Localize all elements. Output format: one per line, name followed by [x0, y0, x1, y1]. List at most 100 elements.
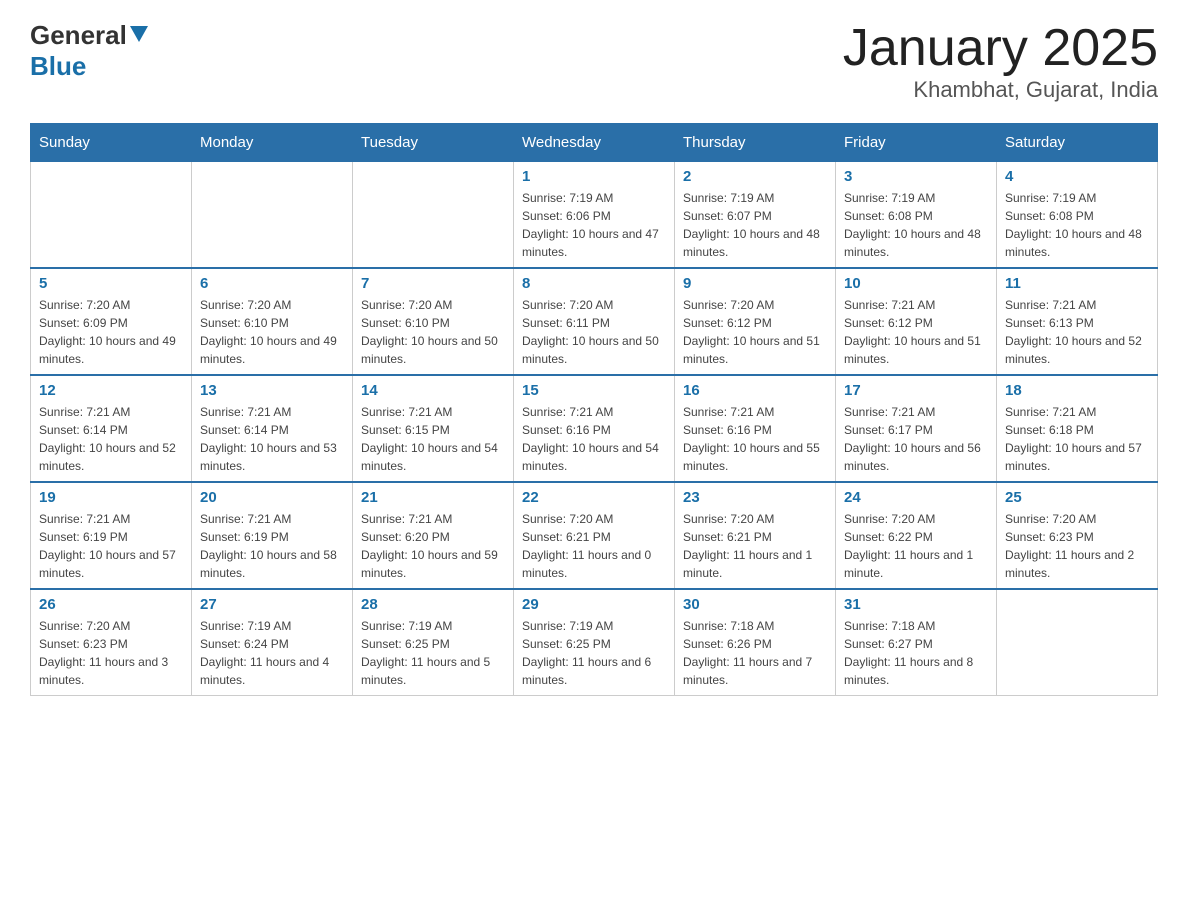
- header-friday: Friday: [836, 124, 997, 162]
- header-monday: Monday: [192, 124, 353, 162]
- day-info: Sunrise: 7:21 AM Sunset: 6:14 PM Dayligh…: [39, 403, 183, 475]
- day-number: 13: [200, 382, 344, 399]
- day-info: Sunrise: 7:20 AM Sunset: 6:10 PM Dayligh…: [200, 296, 344, 368]
- table-row: 17 Sunrise: 7:21 AM Sunset: 6:17 PM Dayli…: [836, 375, 997, 482]
- table-row: 30 Sunrise: 7:18 AM Sunset: 6:26 PM Dayli…: [675, 589, 836, 696]
- table-row: 19Sunrise: 7:21 AM Sunset: 6:19 PM Dayli…: [31, 482, 192, 589]
- day-info: Sunrise: 7:20 AM Sunset: 6:21 PM Dayligh…: [683, 510, 827, 582]
- day-number: 2: [683, 168, 827, 185]
- day-info: Sunrise: 7:20 AM Sunset: 6:23 PM Dayligh…: [39, 617, 183, 689]
- day-info: Sunrise: 7:20 AM Sunset: 6:22 PM Dayligh…: [844, 510, 988, 582]
- day-info: Sunrise: 7:20 AM Sunset: 6:21 PM Dayligh…: [522, 510, 666, 582]
- day-info: Sunrise: 7:19 AM Sunset: 6:06 PM Dayligh…: [522, 189, 666, 261]
- day-info: Sunrise: 7:18 AM Sunset: 6:27 PM Dayligh…: [844, 617, 988, 689]
- day-number: 6: [200, 275, 344, 292]
- day-info: Sunrise: 7:19 AM Sunset: 6:24 PM Dayligh…: [200, 617, 344, 689]
- table-row: 23 Sunrise: 7:20 AM Sunset: 6:21 PM Dayli…: [675, 482, 836, 589]
- header-wednesday: Wednesday: [514, 124, 675, 162]
- day-info: Sunrise: 7:19 AM Sunset: 6:25 PM Dayligh…: [522, 617, 666, 689]
- logo-general-text: General: [30, 20, 127, 51]
- day-number: 18: [1005, 382, 1149, 399]
- calendar-table: Sunday Monday Tuesday Wednesday Thursday…: [30, 123, 1158, 696]
- day-number: 22: [522, 489, 666, 506]
- day-number: 17: [844, 382, 988, 399]
- table-row: 4 Sunrise: 7:19 AM Sunset: 6:08 PM Daylig…: [997, 162, 1158, 269]
- day-info: Sunrise: 7:18 AM Sunset: 6:26 PM Dayligh…: [683, 617, 827, 689]
- day-number: 23: [683, 489, 827, 506]
- header-tuesday: Tuesday: [353, 124, 514, 162]
- header-saturday: Saturday: [997, 124, 1158, 162]
- day-number: 30: [683, 596, 827, 613]
- calendar-week-row: 26 Sunrise: 7:20 AM Sunset: 6:23 PM Dayli…: [31, 589, 1158, 696]
- day-number: 27: [200, 596, 344, 613]
- calendar-header-row: Sunday Monday Tuesday Wednesday Thursday…: [31, 124, 1158, 162]
- day-number: 28: [361, 596, 505, 613]
- table-row: 9Sunrise: 7:20 AM Sunset: 6:12 PM Daylig…: [675, 268, 836, 375]
- table-row: 3 Sunrise: 7:19 AM Sunset: 6:08 PM Daylig…: [836, 162, 997, 269]
- calendar-title: January 2025: [843, 20, 1158, 77]
- table-row: 13 Sunrise: 7:21 AM Sunset: 6:14 PM Dayli…: [192, 375, 353, 482]
- day-number: 21: [361, 489, 505, 506]
- day-info: Sunrise: 7:21 AM Sunset: 6:18 PM Dayligh…: [1005, 403, 1149, 475]
- day-number: 7: [361, 275, 505, 292]
- day-info: Sunrise: 7:20 AM Sunset: 6:09 PM Dayligh…: [39, 296, 183, 368]
- day-info: Sunrise: 7:20 AM Sunset: 6:11 PM Dayligh…: [522, 296, 666, 368]
- day-info: Sunrise: 7:19 AM Sunset: 6:08 PM Dayligh…: [1005, 189, 1149, 261]
- day-info: Sunrise: 7:21 AM Sunset: 6:12 PM Dayligh…: [844, 296, 988, 368]
- day-info: Sunrise: 7:21 AM Sunset: 6:16 PM Dayligh…: [683, 403, 827, 475]
- day-number: 9: [683, 275, 827, 292]
- table-row: 20Sunrise: 7:21 AM Sunset: 6:19 PM Dayli…: [192, 482, 353, 589]
- day-info: Sunrise: 7:21 AM Sunset: 6:14 PM Dayligh…: [200, 403, 344, 475]
- table-row: 7 Sunrise: 7:20 AM Sunset: 6:10 PM Daylig…: [353, 268, 514, 375]
- day-number: 15: [522, 382, 666, 399]
- table-row: 2 Sunrise: 7:19 AM Sunset: 6:07 PM Daylig…: [675, 162, 836, 269]
- logo-blue-text: Blue: [30, 51, 86, 81]
- header-sunday: Sunday: [31, 124, 192, 162]
- day-info: Sunrise: 7:19 AM Sunset: 6:07 PM Dayligh…: [683, 189, 827, 261]
- day-number: 31: [844, 596, 988, 613]
- day-number: 1: [522, 168, 666, 185]
- day-number: 25: [1005, 489, 1149, 506]
- day-info: Sunrise: 7:19 AM Sunset: 6:25 PM Dayligh…: [361, 617, 505, 689]
- day-info: Sunrise: 7:19 AM Sunset: 6:08 PM Dayligh…: [844, 189, 988, 261]
- table-row: [31, 162, 192, 269]
- day-number: 4: [1005, 168, 1149, 185]
- day-number: 24: [844, 489, 988, 506]
- table-row: 28 Sunrise: 7:19 AM Sunset: 6:25 PM Dayli…: [353, 589, 514, 696]
- table-row: 29 Sunrise: 7:19 AM Sunset: 6:25 PM Dayli…: [514, 589, 675, 696]
- day-number: 26: [39, 596, 183, 613]
- day-info: Sunrise: 7:21 AM Sunset: 6:13 PM Dayligh…: [1005, 296, 1149, 368]
- day-number: 16: [683, 382, 827, 399]
- day-number: 3: [844, 168, 988, 185]
- day-info: Sunrise: 7:20 AM Sunset: 6:10 PM Dayligh…: [361, 296, 505, 368]
- title-area: January 2025 Khambhat, Gujarat, India: [843, 20, 1158, 103]
- table-row: 27 Sunrise: 7:19 AM Sunset: 6:24 PM Dayli…: [192, 589, 353, 696]
- table-row: 14Sunrise: 7:21 AM Sunset: 6:15 PM Dayli…: [353, 375, 514, 482]
- day-info: Sunrise: 7:21 AM Sunset: 6:19 PM Dayligh…: [200, 510, 344, 582]
- table-row: 15 Sunrise: 7:21 AM Sunset: 6:16 PM Dayli…: [514, 375, 675, 482]
- table-row: [192, 162, 353, 269]
- day-info: Sunrise: 7:21 AM Sunset: 6:17 PM Dayligh…: [844, 403, 988, 475]
- table-row: 16 Sunrise: 7:21 AM Sunset: 6:16 PM Dayli…: [675, 375, 836, 482]
- calendar-week-row: 12Sunrise: 7:21 AM Sunset: 6:14 PM Dayli…: [31, 375, 1158, 482]
- table-row: 10 Sunrise: 7:21 AM Sunset: 6:12 PM Dayli…: [836, 268, 997, 375]
- table-row: 5 Sunrise: 7:20 AM Sunset: 6:09 PM Daylig…: [31, 268, 192, 375]
- calendar-week-row: 19 Sunrise: 7:21 AM Sunset: 6:19 PM Dayli…: [31, 482, 1158, 589]
- logo-arrow-icon: [130, 26, 148, 49]
- table-row: 6 Sunrise: 7:20 AM Sunset: 6:10 PM Daylig…: [192, 268, 353, 375]
- day-number: 8: [522, 275, 666, 292]
- table-row: 11 Sunrise: 7:21 AM Sunset: 6:13 PM Dayli…: [997, 268, 1158, 375]
- table-row: 21Sunrise: 7:21 AM Sunset: 6:20 PM Dayli…: [353, 482, 514, 589]
- header: General Blue January 2025 Khambhat, Guja…: [30, 20, 1158, 103]
- day-number: 11: [1005, 275, 1149, 292]
- day-number: 19: [39, 489, 183, 506]
- table-row: 24 Sunrise: 7:20 AM Sunset: 6:22 PM Dayli…: [836, 482, 997, 589]
- day-number: 29: [522, 596, 666, 613]
- day-info: Sunrise: 7:21 AM Sunset: 6:16 PM Dayligh…: [522, 403, 666, 475]
- day-number: 10: [844, 275, 988, 292]
- table-row: 31 Sunrise: 7:18 AM Sunset: 6:27 PM Dayli…: [836, 589, 997, 696]
- table-row: 12Sunrise: 7:21 AM Sunset: 6:14 PM Dayli…: [31, 375, 192, 482]
- table-row: 18 Sunrise: 7:21 AM Sunset: 6:18 PM Dayli…: [997, 375, 1158, 482]
- table-row: 22 Sunrise: 7:20 AM Sunset: 6:21 PM Dayli…: [514, 482, 675, 589]
- day-number: 5: [39, 275, 183, 292]
